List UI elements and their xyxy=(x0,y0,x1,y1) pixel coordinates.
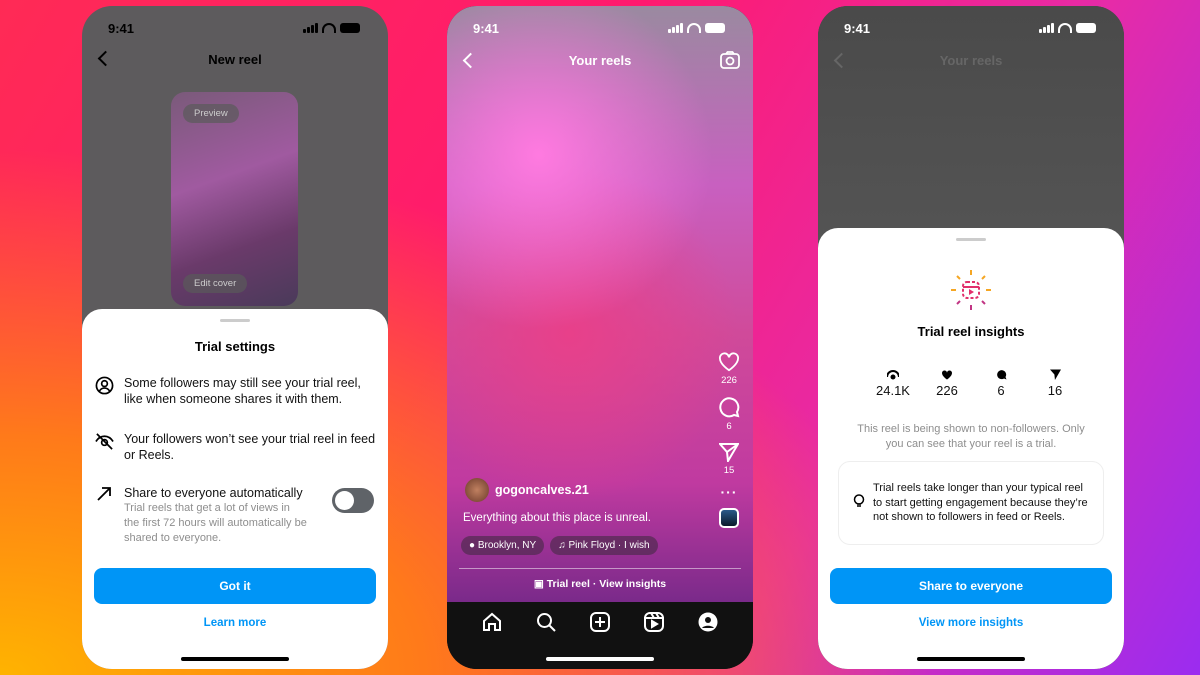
view-more-insights-link[interactable]: View more insights xyxy=(818,617,1124,629)
edit-cover-button[interactable]: Edit cover xyxy=(183,274,248,293)
got-it-button[interactable]: Got it xyxy=(94,568,376,604)
stat-likes: 226 xyxy=(920,368,974,398)
profile-icon[interactable] xyxy=(698,612,718,669)
info-text: Your followers won’t see your trial reel… xyxy=(124,432,376,462)
comments-value: 6 xyxy=(997,383,1005,398)
like-count: 226 xyxy=(721,375,737,386)
share-to-everyone-button[interactable]: Share to everyone xyxy=(830,568,1112,604)
stat-shares: 16 xyxy=(1028,368,1082,398)
send-icon[interactable] xyxy=(715,442,743,465)
arrow-up-right-icon xyxy=(94,485,114,546)
home-indicator xyxy=(917,657,1025,661)
sheet-handle[interactable] xyxy=(220,319,250,322)
trial-reel-icon xyxy=(949,268,993,317)
reel-preview-thumbnail[interactable]: Preview Edit cover xyxy=(171,92,298,306)
camera-icon[interactable] xyxy=(720,51,740,74)
sheet-title: Trial settings xyxy=(194,339,276,354)
stat-comments: 6 xyxy=(974,368,1028,398)
trial-settings-sheet: Trial settings Some followers may still … xyxy=(82,309,388,669)
status-time: 9:41 xyxy=(108,21,135,36)
page-title: Your reels xyxy=(568,53,632,68)
home-indicator xyxy=(181,657,289,661)
trial-reel-insights-link[interactable]: ▣ Trial reel · View insights xyxy=(447,578,753,590)
audio-text: Pink Floyd · I wish xyxy=(568,540,650,551)
reel-author[interactable]: gogoncalves.21 xyxy=(465,478,589,502)
home-indicator xyxy=(546,657,654,661)
auto-share-title: Share to everyone automatically xyxy=(124,486,303,500)
comment-count: 6 xyxy=(726,421,732,432)
info-text: Some followers may still see your trial … xyxy=(124,376,361,406)
views-value: 24.1K xyxy=(876,383,910,398)
info-row: Your followers won’t see your trial reel… xyxy=(94,431,376,463)
heart-icon xyxy=(920,368,974,383)
insights-sheet: Trial reel insights 24.1K 226 6 16 This … xyxy=(818,228,1124,669)
location-chip[interactable]: ● Brooklyn, NY xyxy=(461,536,545,555)
battery-icon xyxy=(705,23,725,33)
shares-value: 16 xyxy=(1047,383,1063,398)
page-title: Your reels xyxy=(939,53,1003,68)
trial-bar-text: Trial reel · View insights xyxy=(546,578,667,590)
battery-icon xyxy=(340,23,360,33)
tip-card: Trial reels take longer than your typica… xyxy=(838,461,1104,545)
status-bar: 9:41 xyxy=(82,21,388,37)
stats-row: 24.1K 226 6 16 xyxy=(866,368,1082,398)
eye-off-icon xyxy=(94,431,114,463)
wifi-icon xyxy=(1058,23,1072,33)
auto-share-row: Share to everyone automatically Trial re… xyxy=(94,485,308,546)
phone-your-reels: 9:41 Your reels 226 6 15 ··· gogoncalves… xyxy=(447,6,753,669)
caption: Everything about this place is unreal. xyxy=(463,512,651,524)
sheet-title: Trial reel insights xyxy=(917,324,1025,339)
divider xyxy=(459,568,741,569)
user-circle-icon xyxy=(94,375,114,407)
send-icon xyxy=(1028,368,1082,383)
sheet-handle[interactable] xyxy=(956,238,986,241)
page-title: New reel xyxy=(208,52,262,67)
status-bar: 9:41 xyxy=(447,21,753,37)
info-row: Some followers may still see your trial … xyxy=(94,375,376,407)
signal-icon xyxy=(303,23,318,33)
status-bar: 9:41 xyxy=(818,21,1124,37)
auto-share-toggle[interactable] xyxy=(332,488,374,513)
views-icon xyxy=(866,368,920,383)
audio-chip[interactable]: ♫ Pink Floyd · I wish xyxy=(550,536,658,555)
more-options-icon[interactable]: ··· xyxy=(715,484,743,500)
auto-share-description: Trial reels that get a lot of views in t… xyxy=(124,502,307,544)
wifi-icon xyxy=(322,23,336,33)
phone-trial-insights: 9:41 Your reels Trial reel insights 24.1… xyxy=(818,6,1124,669)
tip-text: Trial reels take longer than your typica… xyxy=(873,482,1088,524)
preview-chip: Preview xyxy=(183,104,239,123)
tags: ● Brooklyn, NY ♫ Pink Floyd · I wish xyxy=(461,536,658,555)
username[interactable]: gogoncalves.21 xyxy=(495,483,589,497)
comment-icon[interactable] xyxy=(715,396,743,421)
likes-value: 226 xyxy=(936,383,958,398)
stat-views: 24.1K xyxy=(866,368,920,398)
comment-icon xyxy=(974,368,1028,383)
audio-thumbnail[interactable] xyxy=(719,508,739,528)
avatar[interactable] xyxy=(465,478,489,502)
home-icon[interactable] xyxy=(482,612,502,669)
location-text: Brooklyn, NY xyxy=(477,540,537,551)
signal-icon xyxy=(668,23,683,33)
heart-icon[interactable] xyxy=(715,352,743,375)
signal-icon xyxy=(1039,23,1054,33)
learn-more-link[interactable]: Learn more xyxy=(82,617,388,629)
trial-note: This reel is being shown to non-follower… xyxy=(857,423,1085,450)
share-count: 15 xyxy=(723,465,735,476)
status-time: 9:41 xyxy=(473,21,500,36)
status-time: 9:41 xyxy=(844,21,871,36)
phone-trial-settings: 9:41 New reel Preview Edit cover Trial s… xyxy=(82,6,388,669)
wifi-icon xyxy=(687,23,701,33)
battery-icon xyxy=(1076,23,1096,33)
action-column: 226 6 15 ··· xyxy=(715,352,743,528)
lightbulb-icon xyxy=(853,493,865,513)
